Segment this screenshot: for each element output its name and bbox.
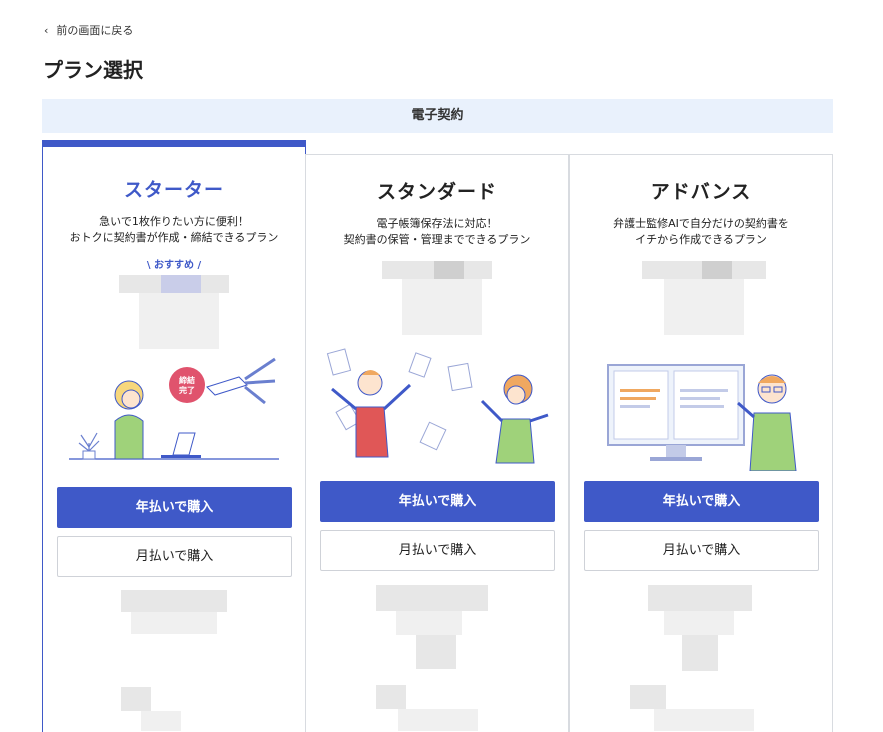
svg-text:完了: 完了 (179, 385, 195, 395)
recommended-label: \ おすすめ / (146, 260, 202, 271)
plan-description: 電子帳簿保存法に対応！ 契約書の保管・管理までできるプラン (306, 216, 568, 248)
plan-description-line: 電子帳簿保存法に対応！ (376, 217, 498, 230)
back-link[interactable]: ‹ 前の画面に戻る (44, 22, 133, 38)
advance-illustration (607, 364, 797, 471)
plan-card-standard[interactable]: スタンダード 電子帳簿保存法に対応！ 契約書の保管・管理までできるプラン 年払い… (305, 154, 569, 732)
monthly-purchase-button[interactable]: 月払いで購入 (584, 530, 819, 571)
category-header: 電子契約 (42, 99, 833, 133)
monthly-purchase-button[interactable]: 月払いで購入 (57, 536, 292, 577)
plan-description: 弁護士監修AIで自分だけの契約書を イチから作成できるプラン (570, 216, 832, 248)
plan-list: スターター 急いで1枚作りたい方に便利！ おトクに契約書が作成・締結できるプラン… (42, 140, 833, 732)
plan-name: スターター (123, 179, 224, 201)
plan-card-starter[interactable]: スターター 急いで1枚作りたい方に便利！ おトクに契約書が作成・締結できるプラン… (42, 140, 306, 732)
annual-purchase-button[interactable]: 年払いで購入 (584, 481, 819, 522)
monthly-purchase-button[interactable]: 月払いで購入 (320, 530, 555, 571)
plan-card-advance[interactable]: アドバンス 弁護士監修AIで自分だけの契約書を イチから作成できるプラン 年払い… (569, 154, 833, 732)
standard-illustration (326, 348, 549, 464)
plan-name: スタンダード (376, 181, 497, 203)
plan-description: 急いで1枚作りたい方に便利！ おトクに契約書が作成・締結できるプラン (43, 214, 305, 246)
chevron-left-icon: ‹ (44, 23, 49, 37)
plan-name: アドバンス (650, 181, 752, 203)
back-link-label: 前の画面に戻る (56, 24, 134, 37)
plan-description-line: イチから作成できるプラン (635, 233, 767, 246)
plan-description-line: 急いで1枚作りたい方に便利！ (99, 215, 249, 228)
svg-text:締結: 締結 (179, 375, 195, 385)
page-title: プラン選択 (43, 58, 143, 82)
plan-description-line: 弁護士監修AIで自分だけの契約書を (613, 217, 789, 230)
plan-description-line: 契約書の保管・管理までできるプラン (343, 233, 531, 246)
annual-purchase-button[interactable]: 年払いで購入 (57, 487, 292, 528)
plan-description-line: おトクに契約書が作成・締結できるプラン (69, 231, 279, 244)
annual-purchase-button[interactable]: 年払いで購入 (320, 481, 555, 522)
starter-illustration: 締結 完了 (69, 357, 279, 460)
